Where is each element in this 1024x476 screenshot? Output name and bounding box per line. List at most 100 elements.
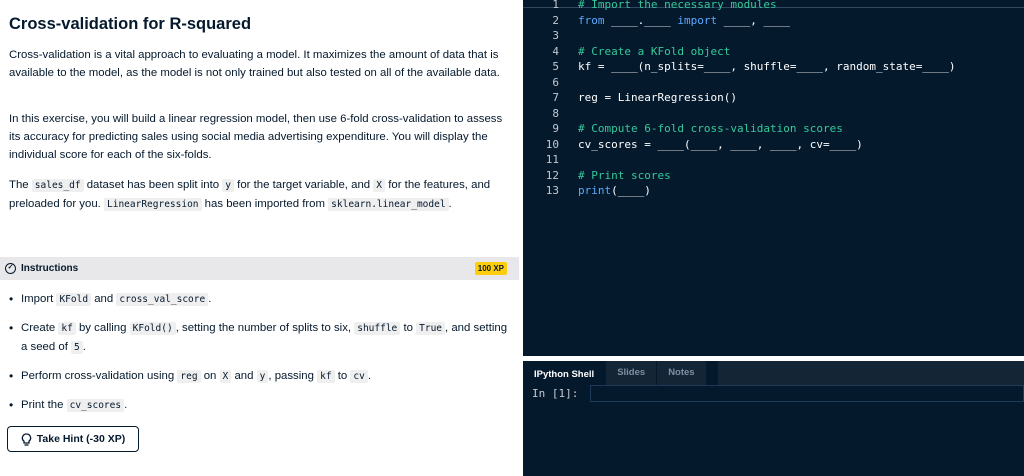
text: to: [334, 370, 351, 382]
code-comment: # Compute 6-fold cross-validation scores: [578, 122, 843, 135]
code-line[interactable]: 9 # Compute 6-fold cross-validation score…: [523, 122, 1024, 138]
code-line[interactable]: 7 reg = LinearRegression(): [523, 91, 1024, 107]
take-hint-button[interactable]: Take Hint (-30 XP): [7, 426, 139, 452]
code-line[interactable]: 6: [523, 76, 1024, 92]
code-text[interactable]: print(____): [578, 184, 651, 197]
tab-notes[interactable]: Notes: [657, 361, 707, 385]
xp-badge: 100 XP: [474, 262, 507, 275]
line-number: 8: [552, 106, 559, 120]
exercise-panel: Cross-validation for R-squared Cross-val…: [0, 0, 522, 476]
text: Import: [21, 293, 57, 305]
lightbulb-icon: [21, 432, 31, 446]
inline-code: KFold(): [129, 322, 176, 335]
take-hint-label: Take Hint (-30 XP): [36, 433, 126, 445]
code-editor[interactable]: 1 # Import the necessary modules 2 from ___…: [523, 0, 1024, 356]
code-comment: # Import the necessary modules: [578, 0, 777, 11]
instruction-step: Import KFold and cross_val_score.: [9, 290, 509, 309]
tab-bar-filler: [718, 361, 1024, 385]
inline-code: sklearn.linear_model: [328, 198, 449, 211]
tab-slides[interactable]: Slides: [606, 361, 658, 385]
text: , setting the number of splits to six,: [175, 322, 355, 334]
inline-code: kf: [58, 322, 76, 335]
text: The: [9, 179, 32, 191]
inline-code: sales_df: [31, 179, 84, 192]
code-line[interactable]: 1 # Import the necessary modules: [523, 0, 1024, 14]
code-text[interactable]: # Import the necessary modules: [578, 0, 777, 11]
text: by calling: [75, 322, 130, 334]
code-line[interactable]: 5 kf = ____(n_splits=____, shuffle=____, …: [523, 60, 1024, 76]
code-text[interactable]: # Print scores: [578, 169, 671, 182]
text: dataset has been split into: [83, 179, 223, 191]
code-line[interactable]: 12 # Print scores: [523, 169, 1024, 185]
inline-code: True: [416, 322, 446, 335]
code-comment: # Create a KFold object: [578, 44, 731, 58]
inline-code: 5: [71, 341, 83, 354]
code-text[interactable]: # Create a KFold object: [578, 45, 730, 58]
line-number: 12: [545, 168, 559, 182]
code-line[interactable]: 4 # Create a KFold object: [523, 45, 1024, 61]
text: and: [231, 370, 257, 382]
code-line[interactable]: 3: [523, 29, 1024, 45]
code-token: cv_scores = ____(____, ____, ____, cv=__…: [578, 137, 863, 151]
code-text[interactable]: kf = ____(n_splits=____, shuffle=____, r…: [578, 60, 956, 73]
line-number: 5: [552, 60, 559, 73]
line-number: 13: [545, 184, 559, 197]
code-text[interactable]: from ____.____ import ____, ____: [578, 14, 790, 27]
code-token: (____): [611, 184, 651, 197]
instructions-header: ✓ Instructions 100 XP: [0, 257, 519, 280]
code-line[interactable]: 10 cv_scores = ____(____, ____, ____, cv=…: [523, 138, 1024, 154]
instruction-step: Create kf by calling KFold(), setting th…: [9, 319, 509, 357]
code-keyword: import: [677, 13, 718, 27]
inline-code: KFold: [56, 293, 92, 306]
text: .: [448, 198, 452, 210]
tab-ipython-shell[interactable]: IPython Shell: [523, 361, 607, 385]
inline-code: X: [219, 370, 232, 383]
exercise-title: Cross-validation for R-squared: [9, 15, 252, 33]
text: to: [400, 322, 417, 334]
code-line[interactable]: 2 from ____.____ import ____, ____: [523, 14, 1024, 30]
instructions-label: Instructions: [21, 263, 79, 274]
line-number: 2: [552, 13, 559, 27]
ipython-shell-panel: IPython Shell Slides Notes In [1]:: [523, 361, 1024, 476]
inline-code: cross_val_score: [116, 293, 209, 306]
line-number: 11: [545, 153, 559, 166]
code-text[interactable]: cv_scores = ____(____, ____, ____, cv=__…: [578, 138, 863, 151]
inline-code: cv_scores: [66, 399, 125, 412]
text: .: [208, 293, 212, 305]
code-token: ____.____: [604, 13, 678, 27]
exercise-paragraph-1: Cross-validation is a vital approach to …: [9, 49, 500, 79]
text: .: [367, 370, 372, 382]
instruction-step: Print the cv_scores.: [9, 396, 509, 415]
shell-prompt: In [1]:: [532, 387, 579, 400]
code-line[interactable]: 13 print(____): [523, 184, 1024, 200]
code-text[interactable]: # Compute 6-fold cross-validation scores: [578, 122, 843, 135]
text: and: [91, 293, 117, 305]
code-keyword: from: [578, 13, 605, 27]
code-text[interactable]: reg = LinearRegression(): [578, 91, 737, 104]
inline-code: cv: [350, 370, 368, 383]
inline-code: LinearRegression: [104, 198, 202, 211]
text: .: [124, 399, 128, 411]
code-keyword: print: [578, 184, 612, 197]
check-circle-icon: ✓: [5, 263, 16, 274]
instruction-step: Perform cross-validation using reg on X …: [9, 367, 509, 386]
inline-code: X: [373, 179, 386, 192]
shell-input[interactable]: [590, 385, 1024, 402]
text: , passing: [268, 370, 318, 382]
exercise-paragraph-2: In this exercise, you will build a linea…: [9, 113, 503, 161]
text: for the target variable, and: [233, 179, 374, 191]
line-number: 4: [552, 44, 559, 58]
instruction-list: Import KFold and cross_val_score. Create…: [9, 290, 509, 425]
line-number: 3: [552, 29, 559, 42]
inline-code: reg: [177, 370, 201, 383]
code-line[interactable]: 8: [523, 107, 1024, 123]
line-number: 1: [552, 0, 559, 11]
line-number: 6: [552, 75, 559, 89]
text: Create: [21, 322, 59, 334]
line-number: 10: [545, 137, 559, 151]
text: on: [200, 370, 220, 382]
text: .: [82, 341, 86, 353]
code-comment: # Print scores: [578, 168, 671, 182]
code-line[interactable]: 11: [523, 153, 1024, 169]
inline-code: kf: [317, 370, 335, 383]
